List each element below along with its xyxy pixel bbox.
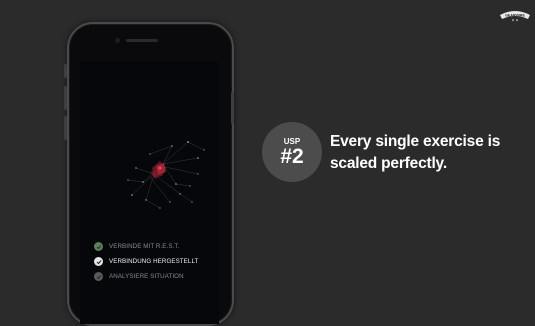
- phone-volume-up: [64, 86, 67, 110]
- check-circle-icon: [94, 242, 103, 251]
- network-nodes: [127, 141, 205, 209]
- phone-volume-down: [64, 116, 67, 140]
- front-camera-icon: [115, 38, 120, 43]
- usp-number: #2: [280, 144, 304, 168]
- status-item-connected: VERBINDUNG HERGESTELLT: [94, 255, 219, 268]
- phone-power-button: [231, 92, 234, 124]
- status-label: ANALYSIERE SITUATION: [109, 273, 184, 280]
- brand-logo-text: GEARWIRE: [505, 14, 525, 18]
- headline-line-1: Every single exercise is: [330, 133, 501, 150]
- check-circle-icon: [94, 257, 103, 266]
- headline: Every single exercise is scaled perfectl…: [330, 131, 530, 175]
- phone-speaker: [126, 39, 158, 42]
- phone-mute-switch: [64, 64, 67, 78]
- connection-status-list: VERBINDE MIT R.E.S.T. VERBINDUNG HERGEST…: [94, 240, 219, 285]
- check-circle-icon: [94, 272, 103, 281]
- status-item-connecting: VERBINDE MIT R.E.S.T.: [94, 240, 219, 253]
- slide: VERBINDE MIT R.E.S.T. VERBINDUNG HERGEST…: [0, 0, 535, 326]
- status-label: VERBINDUNG HERGESTELLT: [109, 258, 199, 265]
- brand-logo: GEARWIRE: [500, 11, 530, 22]
- phone-mockup: VERBINDE MIT R.E.S.T. VERBINDUNG HERGEST…: [64, 22, 234, 326]
- phone-screen: VERBINDE MIT R.E.S.T. VERBINDUNG HERGEST…: [80, 62, 219, 324]
- status-item-analyzing: ANALYSIERE SITUATION: [94, 270, 219, 283]
- status-label: VERBINDE MIT R.E.S.T.: [109, 243, 180, 250]
- usp-badge: USP #2: [262, 122, 322, 182]
- headline-line-2: scaled perfectly.: [330, 155, 447, 172]
